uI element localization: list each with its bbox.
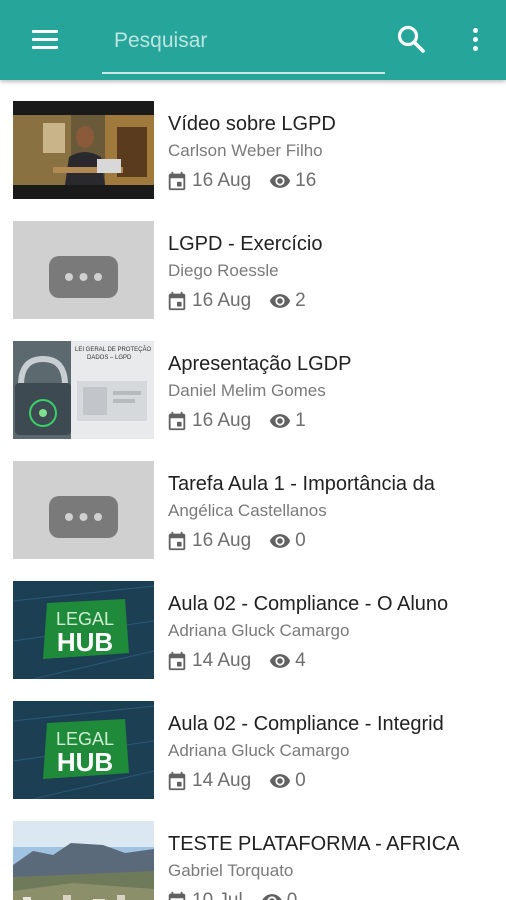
video-views: 2 [295, 290, 306, 311]
video-author: Daniel Melim Gomes [168, 381, 326, 400]
video-thumbnail: LEGAL HUB [13, 701, 154, 799]
video-thumbnail: LEGAL HUB [13, 581, 154, 679]
eye-icon [270, 654, 291, 668]
video-title: TESTE PLATAFORMA - AFRICA [168, 833, 460, 855]
video-author: Adriana Gluck Camargo [168, 621, 350, 640]
video-thumbnail [13, 821, 154, 900]
video-author: Carlson Weber Filho [168, 141, 323, 160]
app-bar [0, 0, 506, 80]
video-thumbnail [13, 101, 154, 199]
calendar-icon [168, 411, 186, 431]
calendar-icon [168, 531, 186, 551]
video-list-item[interactable]: TESTE PLATAFORMA - AFRICA Gabriel Torqua… [0, 800, 506, 900]
eye-icon [270, 534, 291, 548]
video-title: Aula 02 - Compliance - O Aluno [168, 593, 449, 615]
video-author: Adriana Gluck Camargo [168, 741, 350, 760]
video-list-item[interactable]: Tarefa Aula 1 - Importância da Angélica … [0, 440, 506, 560]
video-title: LGPD - Exercício [168, 233, 323, 255]
video-title: Tarefa Aula 1 - Importância da [168, 473, 435, 495]
video-author: Diego Roessle [168, 261, 279, 280]
video-views: 16 [295, 170, 317, 191]
calendar-icon [168, 291, 186, 311]
video-meta: 16 Aug 2 [166, 289, 306, 313]
logo-text: LEGAL [56, 729, 114, 749]
video-list-item[interactable]: Vídeo sobre LGPD Carlson Weber Filho 16 … [0, 80, 506, 200]
logo-text: LEGAL [56, 609, 114, 629]
eye-icon [270, 774, 291, 788]
video-author: Gabriel Torquato [168, 861, 294, 880]
video-title: Apresentação LGDP [168, 353, 352, 375]
video-list-item[interactable]: LEGAL HUB Aula 02 - Compliance - Integri… [0, 680, 506, 800]
video-date: 14 Aug [192, 650, 252, 671]
calendar-icon [168, 771, 186, 791]
video-views: 0 [287, 890, 298, 900]
video-date: 16 Aug [192, 170, 252, 191]
video-date: 14 Aug [192, 770, 252, 791]
video-list-item[interactable]: LGPD - Exercício Diego Roessle 16 Aug 2 [0, 200, 506, 320]
search-input[interactable] [102, 22, 385, 60]
video-list-item[interactable]: LEGAL HUB Aula 02 - Compliance - O Aluno… [0, 560, 506, 680]
video-meta: 14 Aug 0 [166, 769, 306, 793]
logo-text: HUB [57, 747, 113, 777]
video-thumbnail-placeholder [13, 221, 154, 319]
video-meta: 16 Aug 0 [166, 529, 306, 553]
search-icon[interactable] [392, 20, 432, 60]
video-title: Aula 02 - Compliance - Integrid [168, 713, 444, 735]
video-date: 10 Jul [192, 890, 243, 900]
logo-text: HUB [57, 627, 113, 657]
video-views: 0 [295, 770, 306, 791]
video-date: 16 Aug [192, 530, 252, 551]
video-meta: 14 Aug 4 [166, 649, 306, 673]
slide-text: DADOS – LGPD [87, 355, 132, 361]
video-list: Vídeo sobre LGPD Carlson Weber Filho 16 … [0, 80, 506, 900]
calendar-icon [168, 651, 186, 671]
video-views: 4 [295, 650, 306, 671]
video-title: Vídeo sobre LGPD [168, 113, 336, 135]
eye-icon [270, 174, 291, 188]
video-views: 0 [295, 530, 306, 551]
calendar-icon [168, 891, 186, 900]
video-author: Angélica Castellanos [168, 501, 327, 520]
menu-icon[interactable] [22, 22, 70, 58]
video-views: 1 [295, 410, 306, 431]
slide-text: LEI GERAL DE PROTEÇÃO [75, 346, 151, 353]
video-meta: 16 Aug 16 [166, 169, 316, 193]
calendar-icon [168, 171, 186, 191]
eye-icon [270, 414, 291, 428]
search-field[interactable] [102, 22, 385, 74]
video-thumbnail: LEI GERAL DE PROTEÇÃO DADOS – LGPD [13, 341, 154, 439]
video-meta: 16 Aug 1 [166, 409, 306, 433]
video-date: 16 Aug [192, 410, 252, 431]
video-date: 16 Aug [192, 290, 252, 311]
more-vert-icon[interactable] [462, 22, 490, 58]
video-thumbnail-placeholder [13, 461, 154, 559]
eye-icon [262, 894, 282, 900]
video-list-item[interactable]: LEI GERAL DE PROTEÇÃO DADOS – LGPD Apres… [0, 320, 506, 440]
eye-icon [270, 294, 291, 308]
video-meta: 10 Jul 0 [166, 889, 297, 900]
